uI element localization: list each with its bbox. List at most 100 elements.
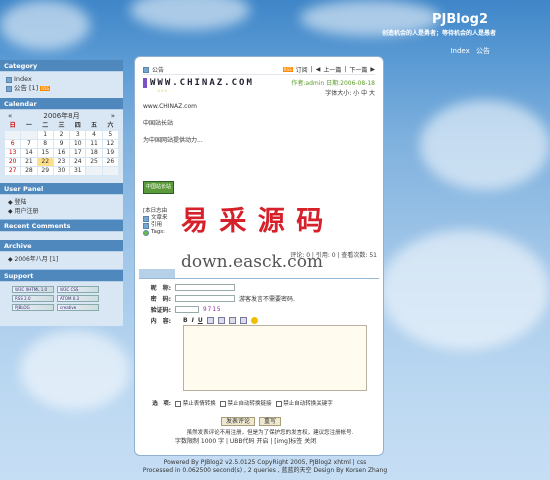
comment-textarea[interactable]	[183, 325, 367, 391]
calendar-day[interactable]: 5	[102, 131, 118, 139]
register-link[interactable]: ◆ 用户注册	[6, 207, 117, 216]
password-input[interactable]	[175, 295, 235, 302]
calendar-day[interactable]: 30	[53, 167, 70, 175]
nav-index[interactable]: Index	[450, 47, 469, 55]
quote-icon[interactable]	[239, 317, 247, 324]
content-row: 内 容: B I U	[143, 316, 258, 325]
calendar-day[interactable]: 6	[5, 140, 21, 148]
top-nav: Index 公告	[446, 46, 490, 56]
calendar-empty-cell	[86, 167, 102, 175]
calendar-day[interactable]: 22	[37, 158, 53, 166]
calendar-day[interactable]: 29	[37, 167, 53, 175]
calendar-day[interactable]: 31	[70, 167, 86, 175]
post-body-line: www.CHINAZ.com	[143, 103, 197, 110]
calendar-day[interactable]: 10	[70, 140, 86, 148]
calendar-day[interactable]: 1	[37, 131, 53, 139]
calendar-day[interactable]: 4	[86, 131, 102, 139]
category-title: Category	[0, 60, 123, 72]
smiley-icon[interactable]	[250, 317, 258, 324]
recent-comments-title: Recent Comments	[0, 220, 123, 232]
calendar-day[interactable]: 26	[102, 158, 118, 166]
calendar-day[interactable]: 11	[86, 140, 102, 148]
checkbox[interactable]	[275, 400, 282, 407]
calendar-day[interactable]: 24	[70, 158, 86, 166]
calendar-day[interactable]: 20	[5, 158, 21, 166]
calendar-prev[interactable]: «	[8, 111, 12, 121]
calendar-day[interactable]: 2	[53, 131, 70, 139]
post-body: www.CHINAZ.com 中国站长站 为中国网站提供动力... 中国站长站	[143, 102, 375, 194]
calendar-day[interactable]: 7	[21, 140, 37, 148]
support-title: Support	[0, 270, 123, 282]
calendar-day[interactable]: 13	[5, 149, 21, 157]
archive-item[interactable]: ◆ 2006年八月 [1]	[6, 255, 117, 264]
rating-stars: ☆☆☆	[157, 88, 168, 93]
pjblog-badge[interactable]: PJBLOG	[12, 304, 54, 311]
rss-badge[interactable]: RSS 2.0	[12, 295, 54, 302]
calendar-day[interactable]: 19	[102, 149, 118, 157]
site-badge[interactable]: 中国站长站	[143, 181, 175, 194]
option-disable-smilies[interactable]: 禁止表情转换	[175, 399, 216, 407]
captcha-image: 9715	[203, 306, 222, 313]
bold-button[interactable]: B	[183, 317, 188, 324]
post-body-line: 为中国网站提供动力...	[143, 137, 203, 144]
italic-button[interactable]: I	[192, 317, 194, 324]
login-link[interactable]: ◆ 登陆	[6, 198, 117, 207]
link-icon[interactable]	[217, 317, 225, 324]
archive-panel: Archive ◆ 2006年八月 [1]	[0, 240, 123, 269]
captcha-row: 验证码: 9715	[150, 306, 222, 314]
creative-badge[interactable]: creative	[57, 304, 99, 311]
nav-notice[interactable]: 公告	[476, 47, 490, 55]
calendar-next[interactable]: »	[111, 111, 115, 121]
post-category[interactable]: 公告	[152, 65, 164, 74]
rss-icon[interactable]: RSS	[40, 86, 51, 91]
prev-arrow-icon: ◀	[315, 66, 321, 73]
underline-button[interactable]: U	[198, 317, 203, 324]
main-content: 公告 RSS 订阅 | ◀ 上一篇 | 下一篇 ▶ WWW.CHINAZ.COM…	[134, 56, 384, 456]
calendar-day[interactable]: 15	[37, 149, 53, 157]
font-size-control[interactable]: 字体大小: 小 中 大	[291, 88, 375, 97]
category-item-notice[interactable]: 公告 [1] RSS	[6, 84, 117, 93]
checkbox[interactable]	[219, 400, 226, 407]
next-post-link[interactable]: 下一篇	[349, 65, 367, 74]
calendar-day[interactable]: 25	[86, 158, 102, 166]
captcha-input[interactable]	[175, 306, 199, 313]
calendar-day[interactable]: 8	[37, 140, 53, 148]
title-marker-icon	[143, 78, 147, 88]
prev-post-link[interactable]: 上一篇	[323, 65, 341, 74]
calendar-empty-cell	[5, 131, 21, 139]
calendar-weekday: 二	[37, 122, 53, 130]
user-panel: User Panel ◆ 登陆 ◆ 用户注册	[0, 183, 123, 219]
nickname-input[interactable]	[175, 284, 235, 291]
category-item-index[interactable]: Index	[6, 75, 117, 84]
nickname-row: 昵 称:	[143, 283, 235, 292]
option-disable-autolink[interactable]: 禁止自动转换链接	[219, 399, 272, 407]
password-row: 密 码: 游客发言不需要密码.	[150, 295, 295, 303]
calendar-day[interactable]: 12	[102, 140, 118, 148]
w3c-xhtml-badge[interactable]: W3C XHTML 1.0	[12, 286, 54, 293]
image-icon[interactable]	[206, 317, 214, 324]
calendar-day[interactable]: 18	[86, 149, 102, 157]
calendar-day[interactable]: 3	[70, 131, 86, 139]
reset-button[interactable]: 重写	[259, 417, 282, 426]
checkbox[interactable]	[175, 400, 181, 407]
calendar-day[interactable]: 28	[21, 167, 37, 175]
folder-icon	[6, 85, 12, 92]
calendar-day[interactable]: 27	[5, 167, 21, 175]
calendar-day[interactable]: 9	[53, 140, 70, 148]
calendar-day[interactable]: 23	[53, 158, 70, 166]
calendar-day[interactable]: 17	[70, 149, 86, 157]
calendar-day[interactable]: 21	[21, 158, 37, 166]
support-panel: Support W3C XHTML 1.0 W3C CSS RSS 2.0 AT…	[0, 270, 123, 326]
blog-title[interactable]: PJBlog2	[432, 12, 488, 27]
calendar-panel: Calendar « 2006年8月 » 日一二三四五六 1 2 3 4 5 6 7 8 9 10 1…	[0, 98, 123, 185]
submit-comment-button[interactable]: 发表评论	[221, 417, 256, 426]
subscribe-link[interactable]: 订阅	[296, 65, 308, 74]
calendar-day[interactable]: 14	[21, 149, 37, 157]
rss-icon[interactable]: RSS	[282, 67, 293, 72]
option-disable-keywords[interactable]: 禁止自动转换关键字	[275, 399, 333, 407]
email-icon[interactable]	[228, 317, 236, 324]
w3c-css-badge[interactable]: W3C CSS	[57, 286, 99, 293]
calendar-day[interactable]: 16	[53, 149, 70, 157]
atom-badge[interactable]: ATOM 0.3	[57, 295, 99, 302]
editor-toolbar: B I U	[183, 317, 258, 324]
